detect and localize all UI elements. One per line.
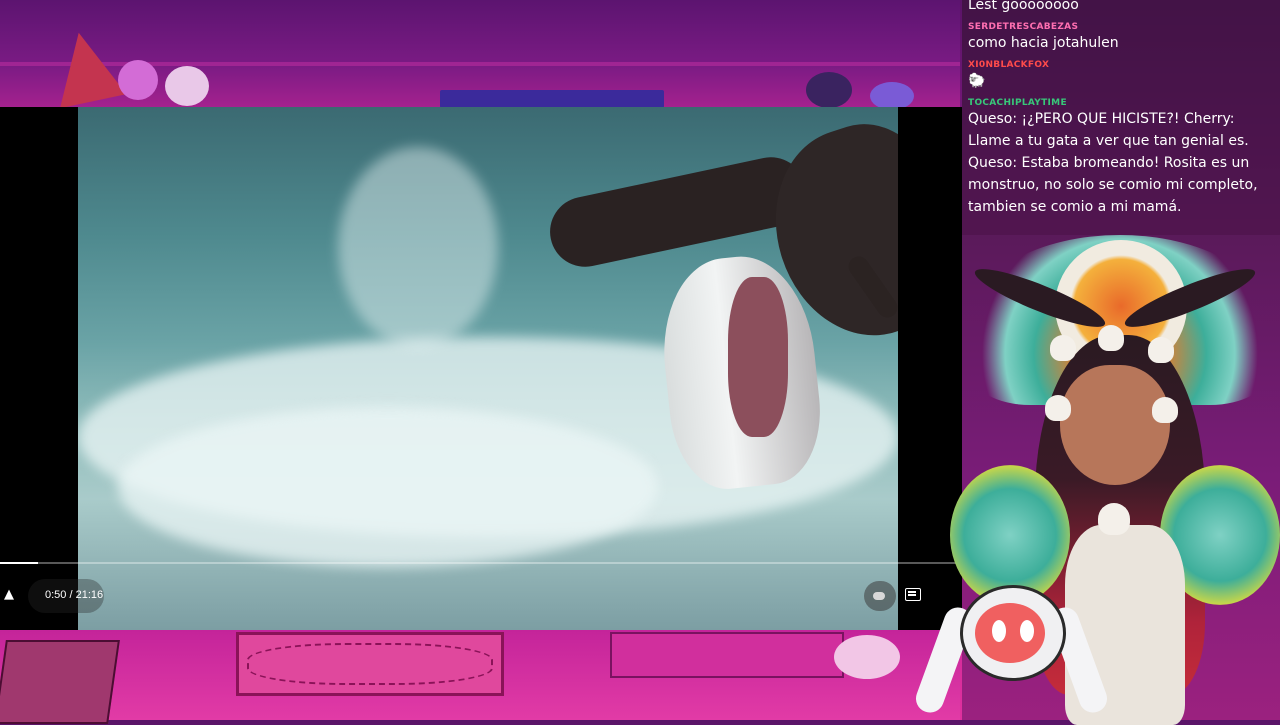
- skull-ornament: [1098, 325, 1124, 351]
- seek-bar[interactable]: [0, 562, 962, 564]
- toggle-knob: [873, 592, 885, 600]
- seek-bar-progress[interactable]: [0, 562, 38, 564]
- video-player[interactable]: ▲ 0:50 / 21:16: [0, 107, 962, 630]
- captions-icon[interactable]: [905, 588, 921, 601]
- volume-icon[interactable]: ▲: [4, 587, 20, 603]
- chat-panel: Lest goooooooo SERDETRESCABEZAS como hac…: [962, 0, 1280, 235]
- chat-message: SERDETRESCABEZAS como hacia jotahulen: [962, 20, 1280, 58]
- chat-username: SERDETRESCABEZAS: [968, 22, 1079, 32]
- skull-ornament: [1098, 503, 1130, 535]
- mascot-eye: [992, 620, 1006, 642]
- chat-message-text: 🐑: [968, 73, 986, 89]
- water-splash: [338, 147, 498, 347]
- chat-message-text: como hacia jotahulen: [968, 35, 1119, 51]
- video-frame[interactable]: [78, 107, 898, 630]
- chat-username: TOCACHIPLAYTIME: [968, 98, 1067, 108]
- skull-ornament: [1148, 337, 1174, 363]
- chat-message-text: Lest goooooooo: [968, 0, 1079, 13]
- bunny-mascot: [912, 575, 1111, 720]
- chat-message: Lest goooooooo: [962, 0, 1280, 20]
- dark-figure: [543, 150, 813, 274]
- plush-toy: [834, 635, 900, 679]
- chat-message: XI0NBLACKFOX 🐑: [962, 58, 1280, 96]
- shark-mouth: [728, 277, 788, 437]
- floor-rug: [236, 632, 504, 696]
- shelf-box: [440, 90, 664, 108]
- vtuber-avatar: [912, 225, 1280, 725]
- floor-box: [610, 632, 844, 678]
- water-splash: [118, 407, 658, 567]
- skull-ornament: [1045, 395, 1071, 421]
- mascot-face: [975, 603, 1045, 663]
- autoplay-toggle[interactable]: [864, 581, 896, 611]
- plush-toy: [165, 66, 209, 106]
- plush-toy: [806, 72, 852, 108]
- time-display: 0:50 / 21:16: [45, 589, 104, 601]
- skull-ornament: [1050, 335, 1076, 361]
- avatar-face: [1060, 365, 1170, 485]
- mascot-eye: [1020, 620, 1034, 642]
- plush-toy: [870, 82, 914, 110]
- pyramid-decoration: [45, 25, 127, 109]
- skull-ornament: [1152, 397, 1178, 423]
- chat-username: XI0NBLACKFOX: [968, 60, 1050, 70]
- chat-message-text: Queso: ¡¿PERO QUE HICISTE?! Cherry: Llam…: [968, 111, 1258, 215]
- plush-toy: [118, 60, 158, 100]
- laptop-decoration: [0, 640, 120, 724]
- chat-message: TOCACHIPLAYTIME Queso: ¡¿PERO QUE HICIST…: [962, 96, 1280, 222]
